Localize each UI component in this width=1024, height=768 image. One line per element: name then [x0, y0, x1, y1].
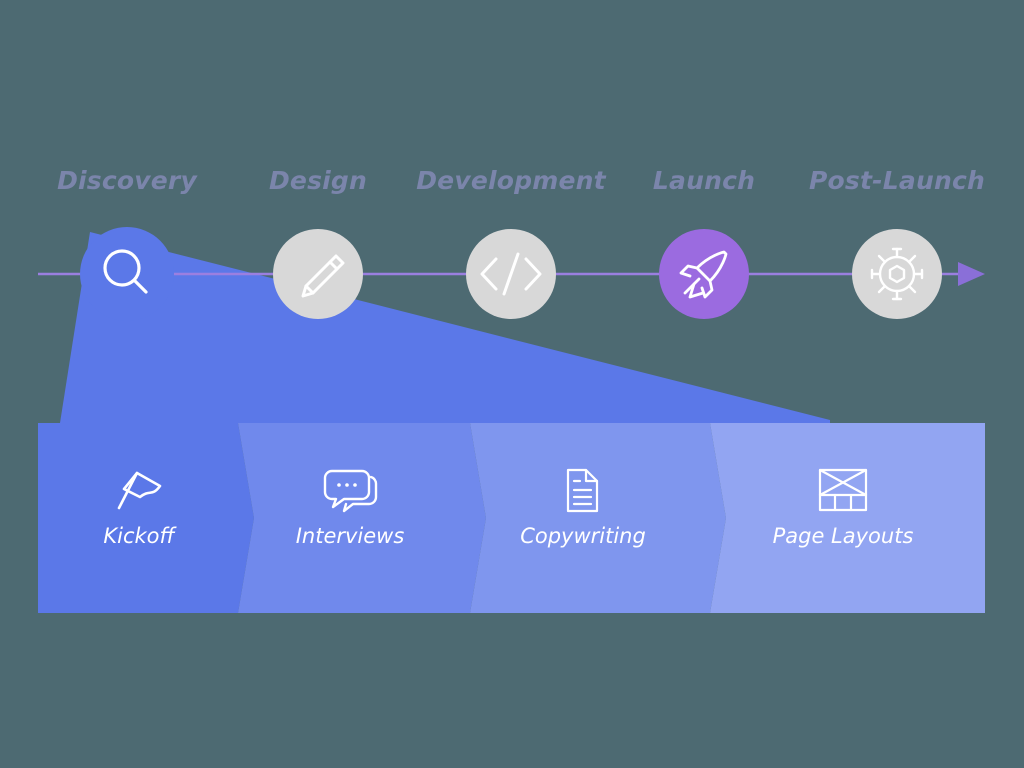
funnel-segment-kickoff[interactable] — [38, 423, 254, 613]
stage-node-design[interactable] — [273, 229, 363, 319]
stage-node-post-launch[interactable] — [852, 229, 942, 319]
funnel-panel — [38, 423, 985, 613]
funnel-segment-interviews[interactable] — [238, 423, 486, 613]
timeline-arrow-icon — [958, 262, 985, 286]
timeline-funnel-graphic — [38, 227, 985, 613]
stage-node-discovery[interactable] — [80, 227, 174, 321]
stage-circle-discovery[interactable] — [80, 227, 174, 321]
stage-circle-post-launch[interactable] — [852, 229, 942, 319]
stage-node-development[interactable] — [466, 229, 556, 319]
infographic-canvas: Discovery Design Development Launch Post… — [0, 0, 1024, 768]
funnel-segment-copywriting[interactable] — [470, 423, 726, 613]
stage-node-launch[interactable] — [659, 229, 749, 319]
funnel-segment-page-layouts[interactable] — [710, 423, 985, 613]
